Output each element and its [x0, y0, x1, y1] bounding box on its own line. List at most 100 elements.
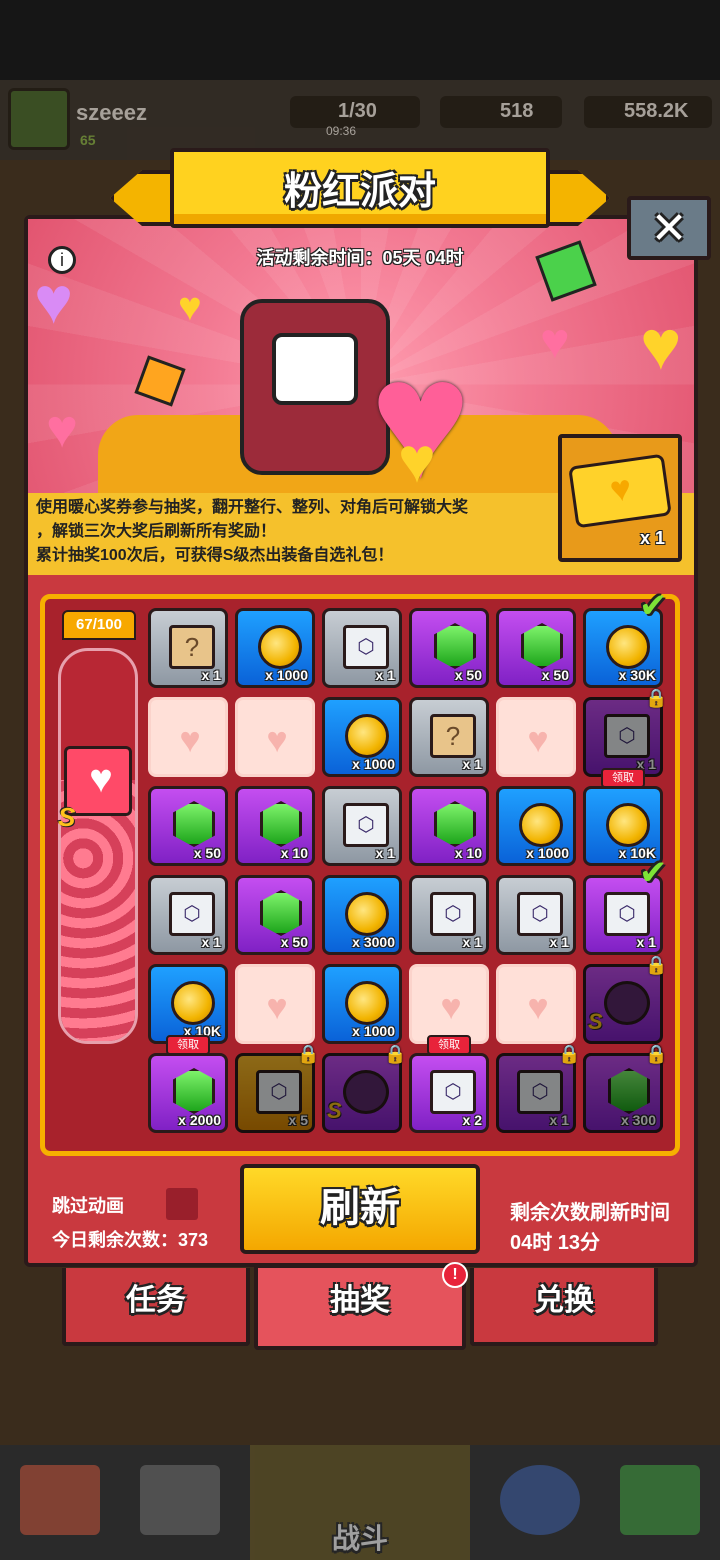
heart-icon: ♥: [398, 424, 436, 495]
grid-cell-6-3[interactable]: S: [322, 1053, 402, 1133]
grid-cell-4-4[interactable]: ⬡ x 1: [409, 875, 489, 955]
nav-equipment-icon[interactable]: [140, 1465, 220, 1535]
nav-pvp-icon[interactable]: [500, 1465, 580, 1535]
reward-quantity: x 1000: [352, 756, 395, 772]
scroll-icon: ?: [169, 625, 215, 669]
heart-icon: ♥: [440, 986, 462, 1027]
gem-icon: [434, 623, 476, 669]
tab-task[interactable]: 任务: [62, 1268, 250, 1346]
grid-cell-4-5[interactable]: ⬡ x 1: [496, 875, 576, 955]
status-bar-area: [0, 0, 720, 80]
grid-cell-1-4[interactable]: x 50: [409, 608, 489, 688]
reward-quantity: x 1000: [526, 845, 569, 861]
chest-icon: ⬡: [343, 625, 389, 669]
skip-animation-checkbox[interactable]: [166, 1188, 198, 1220]
coin-icon: [519, 803, 563, 847]
gear-icon: [604, 981, 650, 1025]
reward-quantity: x 1000: [352, 1023, 395, 1039]
ticket-count: x 1: [640, 528, 666, 548]
ticket-icon: ♥: [568, 453, 672, 529]
grid-cell-6-2[interactable]: ⬡ x 5: [235, 1053, 315, 1133]
nav-battle-tab[interactable]: 战斗: [250, 1445, 470, 1560]
grid-cell-6-5[interactable]: ⬡ x 1: [496, 1053, 576, 1133]
heart-icon: ♥: [540, 313, 570, 369]
chest-icon: ⬡: [604, 892, 650, 936]
grid-cell-1-1[interactable]: ? x 1: [148, 608, 228, 688]
grid-cell-5-6[interactable]: S: [583, 964, 663, 1044]
reward-quantity: x 300: [620, 1112, 656, 1128]
progress-label: 67/100: [62, 610, 136, 640]
chest-icon: ⬡: [343, 803, 389, 847]
event-description: 使用暖心奖券参与抽奖，翻开整行、整列、对角后可解锁大奖 ，解锁三次大奖后刷新所有…: [28, 493, 558, 575]
coin-icon: [345, 981, 389, 1025]
grid-cell-2-2[interactable]: ♥: [235, 697, 315, 777]
chest-icon: ⬡: [517, 1070, 563, 1114]
lock-icon: 🔒: [384, 1044, 407, 1064]
grid-cell-6-1[interactable]: x 2000: [148, 1053, 228, 1133]
grid-cell-4-3[interactable]: x 3000: [322, 875, 402, 955]
grid-cell-5-2[interactable]: ♥: [235, 964, 315, 1044]
grid-cell-3-4[interactable]: x 10: [409, 786, 489, 866]
grid-cell-5-5[interactable]: ♥: [496, 964, 576, 1044]
close-icon: ✕: [650, 203, 688, 253]
reward-quantity: x 1: [201, 934, 221, 950]
reward-quantity: x 1: [201, 667, 221, 683]
coin-icon: [345, 892, 389, 936]
grid-cell-1-5[interactable]: x 50: [496, 608, 576, 688]
grid-cell-2-5[interactable]: ♥: [496, 697, 576, 777]
tab-lottery[interactable]: 抽奖: [254, 1264, 466, 1350]
gem-icon: [260, 890, 302, 936]
coin-counter[interactable]: 558.2K: [584, 96, 712, 128]
grid-cell-2-3[interactable]: x 1000: [322, 697, 402, 777]
claim-badge[interactable]: 领取: [427, 1035, 471, 1055]
progress-meter[interactable]: 67/100 ♥ S: [56, 610, 140, 1050]
grid-cell-6-7[interactable]: x 300: [583, 1053, 663, 1133]
reward-quantity: x 1: [375, 667, 395, 683]
chest-icon: ⬡: [256, 1070, 302, 1114]
grid-cell-5-4[interactable]: ♥: [409, 964, 489, 1044]
reward-quantity: x 2000: [178, 1112, 221, 1128]
grid-cell-2-6[interactable]: ⬡ x 1: [583, 697, 663, 777]
reset-label: 剩余次数刷新时间: [510, 1202, 670, 1224]
heart-icon: ♥: [527, 719, 549, 760]
heart-icon: ♥: [46, 399, 79, 459]
grid-cell-6-4[interactable]: ⬡ x 2: [409, 1053, 489, 1133]
grid-cell-5-3[interactable]: x 1000: [322, 964, 402, 1044]
grid-cell-5-1[interactable]: x 10K: [148, 964, 228, 1044]
player-avatar[interactable]: [8, 88, 70, 150]
grid-cell-3-2[interactable]: x 10: [235, 786, 315, 866]
tab-exchange[interactable]: 兑换: [470, 1268, 658, 1346]
grid-cell-3-3[interactable]: ⬡ x 1: [322, 786, 402, 866]
chest-icon: ⬡: [430, 1070, 476, 1114]
heart-icon: ♥: [178, 285, 202, 329]
nav-shop-icon[interactable]: [20, 1465, 100, 1535]
grid-cell-3-5[interactable]: x 1000: [496, 786, 576, 866]
gem-icon: [173, 801, 215, 847]
chest-icon: ⬡: [517, 892, 563, 936]
grid-cell-4-1[interactable]: ⬡ x 1: [148, 875, 228, 955]
close-button[interactable]: ✕: [627, 196, 711, 260]
nav-evolve-icon[interactable]: [620, 1465, 700, 1535]
heart-icon: ♥: [527, 986, 549, 1027]
reward-quantity: x 10: [454, 845, 482, 861]
grid-cell-1-2[interactable]: x 1000: [235, 608, 315, 688]
claim-badge[interactable]: 领取: [166, 1035, 210, 1055]
claim-badge[interactable]: 领取: [601, 768, 645, 788]
info-icon[interactable]: i: [48, 246, 76, 274]
progress-tube: [58, 648, 138, 1044]
grid-cell-1-3[interactable]: ⬡ x 1: [322, 608, 402, 688]
coin-icon: [171, 981, 215, 1025]
grid-cell-2-1[interactable]: ♥: [148, 697, 228, 777]
refresh-button[interactable]: 刷新: [240, 1164, 480, 1254]
skip-animation-label: 跳过动画: [52, 1196, 124, 1216]
grid-cell-4-2[interactable]: x 50: [235, 875, 315, 955]
reward-quantity: x 50: [193, 845, 221, 861]
lock-icon: 🔒: [645, 688, 668, 708]
reward-quantity: x 50: [280, 934, 308, 950]
lock-icon: 🔒: [558, 1044, 581, 1064]
lock-icon: 🔒: [297, 1044, 320, 1064]
grid-cell-2-4[interactable]: ? x 1: [409, 697, 489, 777]
gem-counter[interactable]: 518: [440, 96, 562, 128]
reward-quantity: x 50: [541, 667, 569, 683]
grid-cell-3-1[interactable]: x 50: [148, 786, 228, 866]
